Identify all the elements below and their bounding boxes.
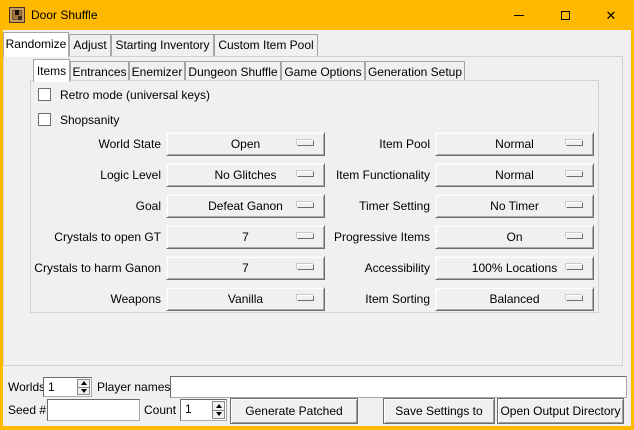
item-sorting-label: Item Sorting	[298, 287, 430, 311]
minimize-button[interactable]	[496, 0, 542, 30]
window-titlebar[interactable]: Door Shuffle ✕	[0, 0, 634, 30]
item-pool-dropdown[interactable]: Normal	[435, 132, 594, 156]
dropdown-indicator-icon	[566, 171, 583, 177]
generate-patched-rom-button[interactable]: Generate Patched Rom	[230, 398, 358, 424]
up-arrow-icon	[81, 381, 87, 385]
player-names-label: Player names	[97, 380, 170, 394]
item-functionality-dropdown[interactable]: Normal	[435, 163, 594, 187]
world-state-label: World State	[30, 132, 161, 156]
door-icon-detail	[15, 10, 19, 15]
shopsanity-checkbox[interactable]	[38, 113, 51, 126]
crystals-ganon-label: Crystals to harm Ganon	[30, 256, 161, 280]
maximize-button[interactable]	[542, 0, 588, 30]
weapons-label: Weapons	[30, 287, 161, 311]
maximize-icon	[561, 11, 570, 20]
count-spinner[interactable]: 1	[180, 399, 227, 421]
dropdown-indicator-icon	[566, 264, 583, 270]
item-sorting-dropdown[interactable]: Balanced	[435, 287, 594, 311]
seed-label: Seed #	[8, 403, 46, 417]
window-title: Door Shuffle	[31, 0, 98, 30]
timer-setting-value: No Timer	[490, 199, 539, 213]
open-output-directory-button[interactable]: Open Output Directory	[497, 398, 624, 424]
logic-level-value: No Glitches	[214, 168, 276, 182]
dropdown-indicator-icon	[566, 295, 583, 301]
tab-game-options[interactable]: Game Options	[281, 61, 365, 80]
accessibility-value: 100% Locations	[472, 261, 557, 275]
up-arrow-icon	[216, 404, 222, 408]
minimize-icon	[514, 15, 524, 16]
count-label: Count	[144, 403, 176, 417]
item-pool-value: Normal	[495, 137, 534, 151]
worlds-spinner[interactable]: 1	[43, 377, 92, 397]
dropdown-indicator-icon	[566, 140, 583, 146]
player-names-value	[171, 377, 626, 379]
app-window: Door Shuffle ✕ Randomize Adjust Starting…	[0, 0, 634, 430]
timer-setting-dropdown[interactable]: No Timer	[435, 194, 594, 218]
close-icon: ✕	[606, 9, 617, 22]
up-arrow-button[interactable]	[212, 401, 225, 411]
tab-generation-setup[interactable]: Generation Setup	[365, 61, 465, 80]
down-arrow-button[interactable]	[212, 411, 225, 420]
tab-enemizer[interactable]: Enemizer	[129, 61, 185, 80]
tab-adjust[interactable]: Adjust	[69, 34, 111, 56]
tab-randomize[interactable]: Randomize	[3, 32, 69, 57]
worlds-spinner-arrows	[77, 379, 90, 395]
crystals-ganon-value: 7	[242, 261, 249, 275]
item-functionality-value: Normal	[495, 168, 534, 182]
item-sorting-value: Balanced	[489, 292, 539, 306]
retro-mode-label: Retro mode (universal keys)	[60, 88, 210, 102]
down-arrow-icon	[81, 389, 87, 393]
down-arrow-icon	[216, 412, 222, 416]
progressive-items-dropdown[interactable]: On	[435, 225, 594, 249]
item-functionality-label: Item Functionality	[298, 163, 430, 187]
progressive-items-value: On	[506, 230, 522, 244]
timer-setting-label: Timer Setting	[298, 194, 430, 218]
window-controls: ✕	[496, 0, 634, 30]
goal-label: Goal	[30, 194, 161, 218]
progressive-items-label: Progressive Items	[298, 225, 430, 249]
seed-input[interactable]	[47, 399, 140, 421]
crystals-gt-value: 7	[242, 230, 249, 244]
tab-custom-item-pool[interactable]: Custom Item Pool	[214, 34, 318, 56]
accessibility-dropdown[interactable]: 100% Locations	[435, 256, 594, 280]
dropdown-indicator-icon	[566, 202, 583, 208]
count-spinner-arrows	[212, 401, 225, 419]
window-body: Randomize Adjust Starting Inventory Cust…	[3, 30, 631, 426]
door-icon-detail	[18, 16, 22, 20]
count-value: 1	[185, 402, 192, 416]
weapons-value: Vanilla	[228, 292, 263, 306]
dropdown-indicator-icon	[566, 233, 583, 239]
save-settings-button[interactable]: Save Settings to File	[383, 398, 495, 424]
tab-starting-inventory[interactable]: Starting Inventory	[111, 34, 214, 56]
goal-value: Defeat Ganon	[208, 199, 283, 213]
tab-entrances[interactable]: Entrances	[70, 61, 129, 80]
door-icon	[9, 7, 25, 23]
crystals-gt-label: Crystals to open GT	[30, 225, 161, 249]
tab-dungeon-shuffle[interactable]: Dungeon Shuffle	[185, 61, 281, 80]
retro-mode-checkbox[interactable]	[38, 88, 51, 101]
world-state-value: Open	[231, 137, 260, 151]
up-arrow-button[interactable]	[77, 379, 90, 388]
logic-level-label: Logic Level	[30, 163, 161, 187]
accessibility-label: Accessibility	[298, 256, 430, 280]
worlds-label: Worlds	[8, 380, 45, 394]
close-button[interactable]: ✕	[588, 0, 634, 30]
player-names-input[interactable]	[170, 376, 627, 398]
item-pool-label: Item Pool	[298, 132, 430, 156]
tab-items[interactable]: Items	[33, 59, 70, 82]
shopsanity-label: Shopsanity	[60, 113, 119, 127]
worlds-value: 1	[48, 380, 55, 394]
down-arrow-button[interactable]	[77, 388, 90, 396]
seed-value	[48, 400, 139, 402]
